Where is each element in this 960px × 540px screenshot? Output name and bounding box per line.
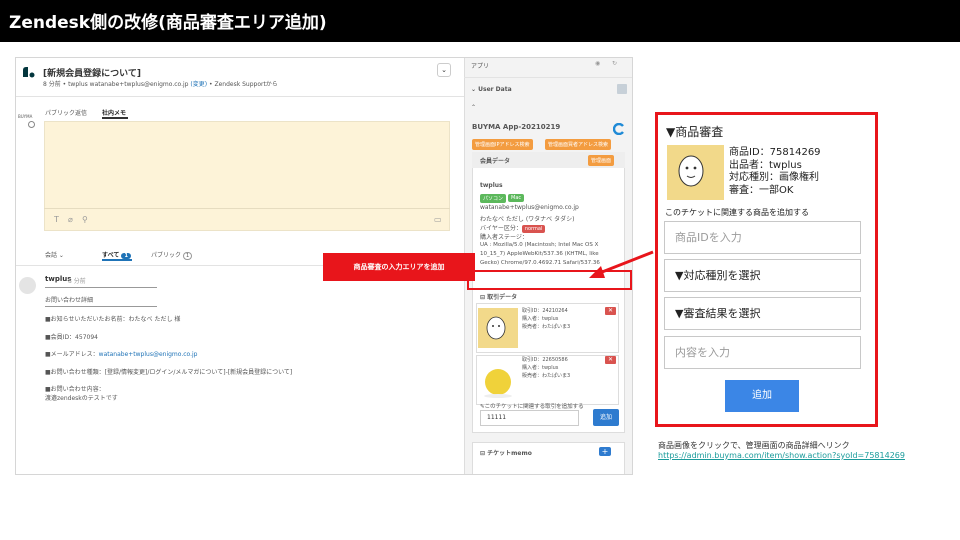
product-result: 審査：一部OK	[729, 185, 794, 196]
tag-pc: パソコン	[480, 194, 507, 203]
message-line: ■メールアドレス：watanabe+twplus@enigmo.co.jp	[45, 351, 198, 358]
trade-image[interactable]	[478, 360, 518, 400]
app-name: BUYMA App-20210219	[472, 123, 561, 131]
ip-search-button[interactable]: 管理画面IPアドレス検索	[472, 139, 533, 150]
text-format-icon[interactable]: T	[54, 215, 59, 224]
trade-seller: 販売者：わたぱいま3	[522, 324, 571, 330]
callout-label: 商品審査の入力エリアを追加	[323, 253, 475, 281]
ticket-subject: [新規会員登録について]	[43, 69, 141, 79]
filter-public[interactable]: パブリック 1	[151, 250, 193, 260]
message-line: ■お問い合わせ内容：	[45, 386, 105, 393]
message-line: 渡邉zendeskのテストです	[45, 395, 118, 402]
delete-trade-icon[interactable]: ✕	[605, 356, 616, 364]
review-add-button[interactable]: 追加	[725, 380, 799, 412]
active-filter-underline	[102, 259, 132, 261]
tab-internal-note[interactable]: 社内メモ	[102, 108, 126, 117]
requester-icon	[28, 121, 35, 128]
email-link[interactable]: watanabe+twplus@enigmo.co.jp	[99, 351, 198, 358]
change-link[interactable]: (変更)	[190, 81, 207, 88]
memo-section-title: ⊟ チケットmemo	[480, 450, 532, 457]
trade-image[interactable]	[478, 308, 518, 348]
product-id-input[interactable]: 商品IDを入力	[664, 221, 861, 254]
delete-trade-icon[interactable]: ✕	[605, 307, 616, 315]
trade-id: 取引ID：22650586	[522, 357, 568, 363]
divider	[464, 77, 632, 78]
callout-arrow-icon	[589, 250, 654, 278]
memo-add-icon[interactable]: +	[599, 447, 611, 456]
filter-all[interactable]: すべて 1	[102, 250, 131, 259]
message-line: ■お知らせいただいたお名前：わたなべ ただし 様	[45, 316, 181, 323]
ua-line: Gecko) Chrome/97.0.4692.71 Safari/537.36	[480, 260, 600, 266]
divider	[16, 96, 464, 97]
trade-section-title: ⊟ 取引データ	[480, 294, 518, 301]
admin-product-link[interactable]: https://admin.buyma.com/item/show.action…	[658, 451, 905, 460]
ticket-meta: 8 分前 • twplus watanabe+twplus@enigmo.co.…	[43, 81, 278, 88]
member-admin-button[interactable]: 管理画面	[588, 155, 615, 166]
divider	[45, 287, 157, 288]
message-line: ■お問い合わせ種類：[登録/情報変更]/ログイン/メルマガについて]-[新規会員…	[45, 369, 293, 376]
filter-conversation[interactable]: 会話 ⌄	[45, 250, 64, 259]
product-add-label: このチケットに関連する商品を追加する	[665, 208, 809, 217]
ua-line: UA : Mozilla/5.0 (Macintosh; Intel Mac O…	[480, 242, 599, 248]
trade-add-button[interactable]: 追加	[593, 409, 619, 426]
review-title: ▼商品審査	[666, 125, 724, 139]
collapse-chevron-icon[interactable]: ⌃	[471, 104, 476, 111]
product-image[interactable]	[667, 145, 724, 200]
product-link-note: 商品画像をクリックで、管理画面の商品詳細へリンク	[658, 441, 850, 450]
user-icon	[617, 84, 627, 94]
page-title: Zendesk側の改修(商品審査エリア追加)	[9, 13, 327, 33]
active-tab-underline	[102, 117, 128, 119]
editor-toolbar: T ⌀ ⚲ ▭	[44, 208, 450, 231]
message-line: お問い合わせ詳細	[45, 297, 94, 304]
app-logo-icon	[612, 120, 625, 136]
trade-buyer: 購入者：twplus	[522, 365, 559, 371]
member-email: watanabe+twplus@enigmo.co.jp	[480, 204, 579, 211]
member-kana: わたなべ ただし (ワタナベ タダシ)	[480, 216, 575, 223]
member-stage: 購入者ステージ：	[480, 234, 528, 241]
tag-mac: Mac	[508, 194, 525, 202]
message-line: ■会員ID：457094	[45, 334, 98, 341]
member-name: twplus	[480, 182, 503, 189]
result-select[interactable]: ▼審査結果を選択	[664, 297, 861, 330]
trade-add-label: ✎このチケットに関連する取引を追加する	[480, 404, 584, 410]
email-search-button[interactable]: 管理画面買者アドレス検索	[545, 139, 612, 150]
buyer-class: バイヤー区分： normal	[480, 223, 546, 233]
zendesk-logo-icon	[21, 64, 37, 80]
ua-line: 10_15_7) AppleWebKit/537.36 (KHTML, like	[480, 251, 599, 257]
ticket-options-chevron-icon[interactable]: ⌄	[437, 63, 451, 77]
brand-label: BUYMA	[18, 114, 33, 119]
content-input[interactable]: 内容を入力	[664, 336, 861, 369]
user-data-header[interactable]: ⌄ User Data	[471, 86, 512, 93]
type-select[interactable]: ▼対応種別を選択	[664, 259, 861, 292]
divider	[45, 306, 157, 307]
trade-buyer: 購入者：twplus	[522, 316, 559, 322]
attachment-icon[interactable]: ⌀	[68, 215, 73, 224]
search-icon[interactable]: ⚲	[82, 215, 88, 224]
apps-label: アプリ	[471, 63, 490, 70]
message-time: 8 分前	[68, 278, 86, 285]
eye-icon[interactable]: ◉	[595, 60, 600, 67]
macro-icon[interactable]: ▭	[434, 215, 442, 224]
trade-id-input[interactable]: 11111	[480, 410, 579, 426]
trade-seller: 販売者：わたぱいま3	[522, 373, 571, 379]
member-section-title: 会員データ	[480, 158, 511, 165]
reload-icon[interactable]: ↻	[612, 60, 617, 67]
tab-public-reply[interactable]: パブリック返信	[45, 108, 87, 117]
trade-id: 取引ID：24210264	[522, 308, 568, 314]
avatar	[19, 277, 36, 294]
